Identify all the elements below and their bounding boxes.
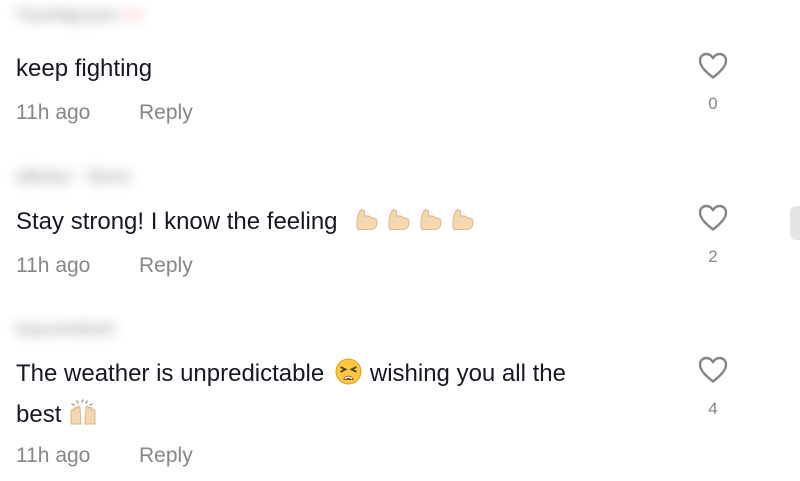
comment-meta: 11h ago Reply (16, 444, 193, 468)
raising-hands-icon (68, 399, 98, 437)
like-count: 0 (708, 94, 718, 113)
comment-time: 11h ago (16, 101, 91, 124)
scrollbar-thumb[interactable] (790, 206, 800, 240)
like-count: 2 (708, 247, 718, 266)
comment-text-content: The weather is unpredictable (16, 360, 325, 387)
comment-meta: 11h ago Reply (16, 254, 193, 278)
comment-username[interactable]: TuanNguyen ♥ ♥ (16, 4, 142, 26)
comment-meta: 11h ago Reply (16, 101, 193, 125)
like-count: 4 (708, 399, 718, 418)
like-button[interactable] (694, 355, 732, 384)
comment-username[interactable]: 2Moby♡ Beck (16, 166, 130, 188)
comment-text: keep fighting (16, 55, 153, 82)
flexed-biceps-icon (444, 207, 476, 244)
flexed-biceps-icon (380, 207, 412, 244)
like-button[interactable] (694, 203, 732, 232)
comment-username[interactable]: bayumidash (16, 318, 115, 340)
heart-icon (698, 356, 728, 383)
reply-button[interactable]: Reply (139, 254, 193, 277)
heart-icon (698, 52, 728, 79)
heart-icon (698, 204, 728, 231)
comment-time: 11h ago (16, 444, 91, 467)
reply-button[interactable]: Reply (139, 101, 193, 124)
tired-face-icon (335, 358, 362, 396)
reply-button[interactable]: Reply (139, 444, 193, 467)
comment-text-content: wishing you all the (369, 360, 566, 387)
flexed-biceps-icon (348, 207, 380, 244)
username-badge: ♥ ♥ (121, 7, 143, 23)
username-text: TuanNguyen (16, 5, 118, 24)
like-button[interactable] (694, 51, 732, 80)
flexed-biceps-icon (412, 207, 444, 244)
comment-text-content: Stay strong! I know the feeling (16, 208, 338, 235)
comment-time: 11h ago (16, 254, 91, 277)
comment-text: Stay strong! I know the feeling (16, 203, 666, 244)
comment-text-content: best (16, 401, 62, 428)
comment-text: The weather is unpredictable wishing you… (16, 355, 666, 437)
